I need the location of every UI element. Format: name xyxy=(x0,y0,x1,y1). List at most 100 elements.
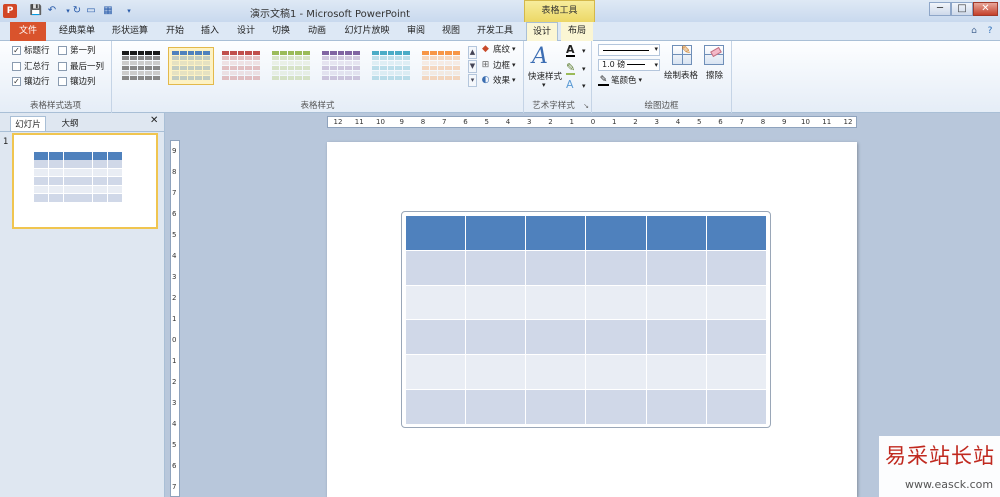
table-cell[interactable] xyxy=(585,389,647,425)
table-cell[interactable] xyxy=(705,354,768,391)
thumb-cell xyxy=(187,76,195,80)
table-cell[interactable] xyxy=(525,249,587,286)
tab-transitions[interactable]: 切换 xyxy=(266,22,296,41)
table-cell[interactable] xyxy=(585,354,647,391)
help-up-icon[interactable]: ⌂ xyxy=(968,22,980,41)
dialog-launcher-icon[interactable]: ↘ xyxy=(583,102,589,110)
thumb-cell xyxy=(329,51,337,55)
table-cell[interactable] xyxy=(404,319,467,356)
gallery-more-icon[interactable]: ▾ xyxy=(468,74,477,87)
table-style-thumb[interactable] xyxy=(418,47,464,85)
table-style-thumb[interactable] xyxy=(168,47,214,85)
eraser-icon[interactable] xyxy=(704,45,724,65)
tab-table-layout[interactable]: 布局 xyxy=(561,22,593,41)
banded-rows-checkbox[interactable]: ✓ 镶边行 xyxy=(12,75,50,87)
table-cell[interactable] xyxy=(465,319,527,356)
tab-view[interactable]: 视图 xyxy=(436,22,466,41)
table-cell[interactable] xyxy=(645,354,707,391)
tab-slides[interactable]: 幻灯片 xyxy=(10,116,46,132)
dropdown-icon[interactable]: ▾ xyxy=(582,82,586,90)
table-cell[interactable] xyxy=(705,389,768,425)
table-cell[interactable] xyxy=(465,354,527,391)
pen-color-button[interactable]: ✎ 笔颜色 ▾ xyxy=(598,74,642,86)
tab-classic-menu[interactable]: 经典菜单 xyxy=(54,22,100,41)
draw-table-button[interactable]: 绘制表格 xyxy=(664,69,698,81)
table-style-thumb[interactable] xyxy=(268,47,314,85)
table-cell[interactable] xyxy=(465,284,527,321)
tab-insert[interactable]: 插入 xyxy=(195,22,225,41)
total-row-checkbox[interactable]: 汇总行 xyxy=(12,60,50,72)
table-cell[interactable] xyxy=(645,319,707,356)
table-style-thumb[interactable] xyxy=(368,47,414,85)
minimize-button[interactable]: ─ xyxy=(929,2,951,16)
tab-shape-ops[interactable]: 形状运算 xyxy=(107,22,153,41)
maximize-button[interactable]: □ xyxy=(951,2,973,16)
table-cell[interactable] xyxy=(465,249,527,286)
table-cell[interactable] xyxy=(404,389,467,425)
tab-design-main[interactable]: 设计 xyxy=(231,22,261,41)
table-cell[interactable] xyxy=(585,284,647,321)
gallery-down-icon[interactable]: ▼ xyxy=(468,60,477,73)
table-cell[interactable] xyxy=(525,215,587,251)
table-cell[interactable] xyxy=(705,319,768,356)
table-cell[interactable] xyxy=(465,215,527,251)
wordart-a-icon[interactable]: A xyxy=(532,44,548,69)
draw-table-icon[interactable]: ✎ xyxy=(672,43,692,65)
thumb-cell xyxy=(137,71,145,75)
last-column-checkbox[interactable]: 最后一列 xyxy=(58,60,104,72)
text-outline-icon[interactable]: ✎ xyxy=(566,62,576,75)
dropdown-icon[interactable]: ▾ xyxy=(582,47,586,55)
gallery-up-icon[interactable]: ▲ xyxy=(468,46,477,59)
eraser-button[interactable]: 擦除 xyxy=(706,69,723,81)
table-cell[interactable] xyxy=(404,215,467,251)
table-cell[interactable] xyxy=(705,215,768,251)
table-cell[interactable] xyxy=(645,389,707,425)
table-cell[interactable] xyxy=(525,389,587,425)
tab-developer[interactable]: 开发工具 xyxy=(472,22,518,41)
banded-columns-checkbox[interactable]: 镶边列 xyxy=(58,75,96,87)
thumb-cell xyxy=(122,71,129,75)
table-cell[interactable] xyxy=(525,284,587,321)
tab-slideshow[interactable]: 幻灯片放映 xyxy=(339,22,395,41)
table-cell[interactable] xyxy=(404,249,467,286)
tab-outline[interactable]: 大纲 xyxy=(52,116,88,132)
table-cell[interactable] xyxy=(585,249,647,286)
table-cell[interactable] xyxy=(525,319,587,356)
table-cell[interactable] xyxy=(645,215,707,251)
table-cell[interactable] xyxy=(645,284,707,321)
table-cell[interactable] xyxy=(585,319,647,356)
table-cell[interactable] xyxy=(404,284,467,321)
close-pane-icon[interactable]: ✕ xyxy=(150,115,158,126)
tab-table-design[interactable]: 设计 xyxy=(526,22,558,42)
table-cell[interactable] xyxy=(705,284,768,321)
dropdown-icon[interactable]: ▾ xyxy=(542,81,546,89)
tab-animations[interactable]: 动画 xyxy=(302,22,332,41)
help-icon[interactable]: ? xyxy=(984,22,996,41)
table-style-thumb[interactable] xyxy=(118,47,164,85)
thumb-cell xyxy=(229,51,237,55)
first-column-checkbox[interactable]: 第一列 xyxy=(58,44,96,56)
table-cell[interactable] xyxy=(465,389,527,425)
table-style-thumb[interactable] xyxy=(218,47,264,85)
table-cell[interactable] xyxy=(645,249,707,286)
shading-button[interactable]: ◆ 底纹 ▾ xyxy=(480,43,516,56)
table-cell[interactable] xyxy=(525,354,587,391)
pen-style-dropdown[interactable]: ▾ xyxy=(598,44,660,56)
tab-review[interactable]: 审阅 xyxy=(401,22,431,41)
pen-weight-dropdown[interactable]: 1.0 磅 ▾ xyxy=(598,59,660,71)
table-cell[interactable] xyxy=(404,354,467,391)
dropdown-icon[interactable]: ▾ xyxy=(582,65,586,73)
table-style-thumb[interactable] xyxy=(318,47,364,85)
close-button[interactable]: ✕ xyxy=(973,2,998,16)
header-row-checkbox[interactable]: ✓ 标题行 xyxy=(12,44,50,56)
borders-button[interactable]: ⊞ 边框 ▾ xyxy=(480,59,516,72)
tab-home[interactable]: 开始 xyxy=(160,22,190,41)
tab-file[interactable]: 文件 xyxy=(10,22,46,41)
table-cell[interactable] xyxy=(585,215,647,251)
effects-button[interactable]: ◐ 效果 ▾ xyxy=(480,74,516,87)
text-effects-icon[interactable]: A xyxy=(566,79,574,90)
slide-thumbnail[interactable] xyxy=(12,133,158,229)
table-cell[interactable] xyxy=(705,249,768,286)
slide-table[interactable] xyxy=(404,215,768,425)
text-fill-icon[interactable]: A xyxy=(566,44,575,57)
